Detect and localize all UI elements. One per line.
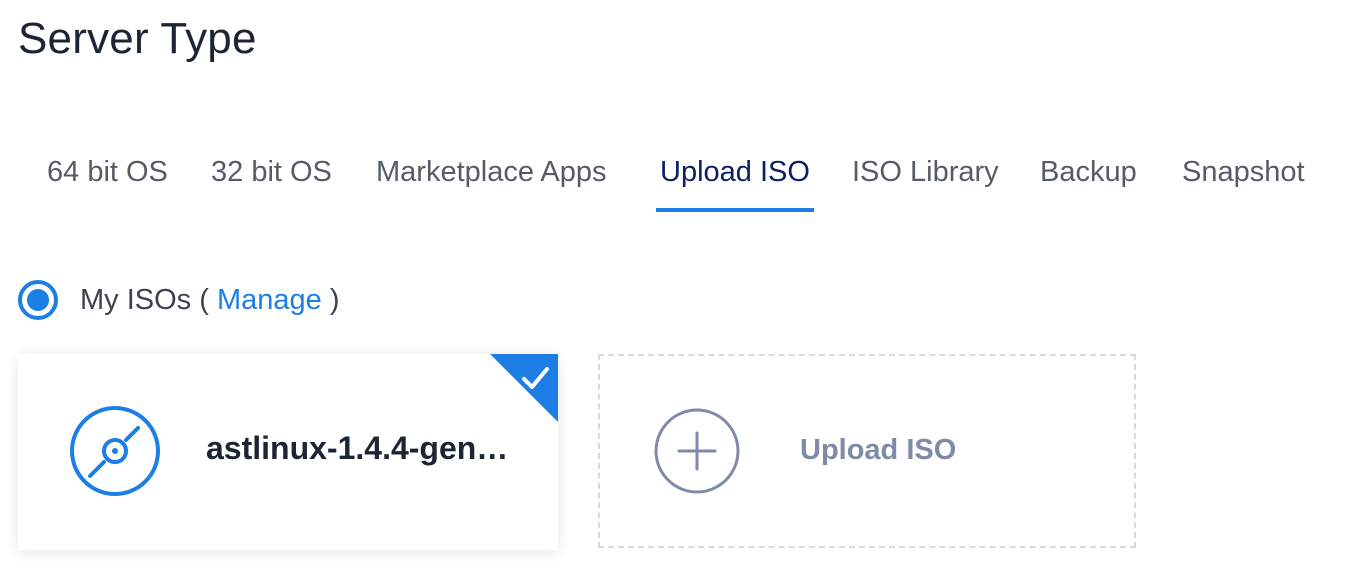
my-isos-label-prefix: My ISOs (	[80, 283, 217, 316]
iso-card-selected[interactable]: astlinux-1.4.4-genx86_64.iso	[18, 354, 558, 550]
upload-iso-card[interactable]: Upload ISO	[598, 354, 1136, 548]
selected-check-icon	[490, 354, 558, 422]
server-type-section: Server Type 64 bit OS 32 bit OS Marketpl…	[0, 0, 1348, 572]
iso-name: astlinux-1.4.4-genx86_64.iso	[206, 430, 526, 466]
manage-link[interactable]: Manage	[217, 284, 322, 316]
plus-circle-icon	[654, 408, 740, 494]
tab-64-bit-os[interactable]: 64 bit OS	[47, 150, 168, 212]
tab-snapshot[interactable]: Snapshot	[1182, 150, 1305, 212]
my-isos-option: My ISOs ( Manage )	[18, 278, 339, 322]
my-isos-radio[interactable]	[18, 280, 58, 320]
tab-backup[interactable]: Backup	[1040, 150, 1137, 212]
disc-icon	[70, 406, 160, 496]
page-title: Server Type	[18, 14, 257, 63]
tab-marketplace-apps[interactable]: Marketplace Apps	[376, 150, 607, 212]
tab-upload-iso[interactable]: Upload ISO	[656, 150, 814, 212]
tab-32-bit-os[interactable]: 32 bit OS	[211, 150, 332, 212]
tab-iso-library[interactable]: ISO Library	[852, 150, 999, 212]
my-isos-label-suffix: )	[321, 283, 340, 316]
radio-selected-dot	[27, 289, 49, 311]
server-type-tabs: 64 bit OS 32 bit OS Marketplace Apps Upl…	[0, 150, 1348, 214]
upload-iso-label: Upload ISO	[800, 434, 957, 466]
my-isos-label: My ISOs ( Manage )	[80, 284, 339, 317]
